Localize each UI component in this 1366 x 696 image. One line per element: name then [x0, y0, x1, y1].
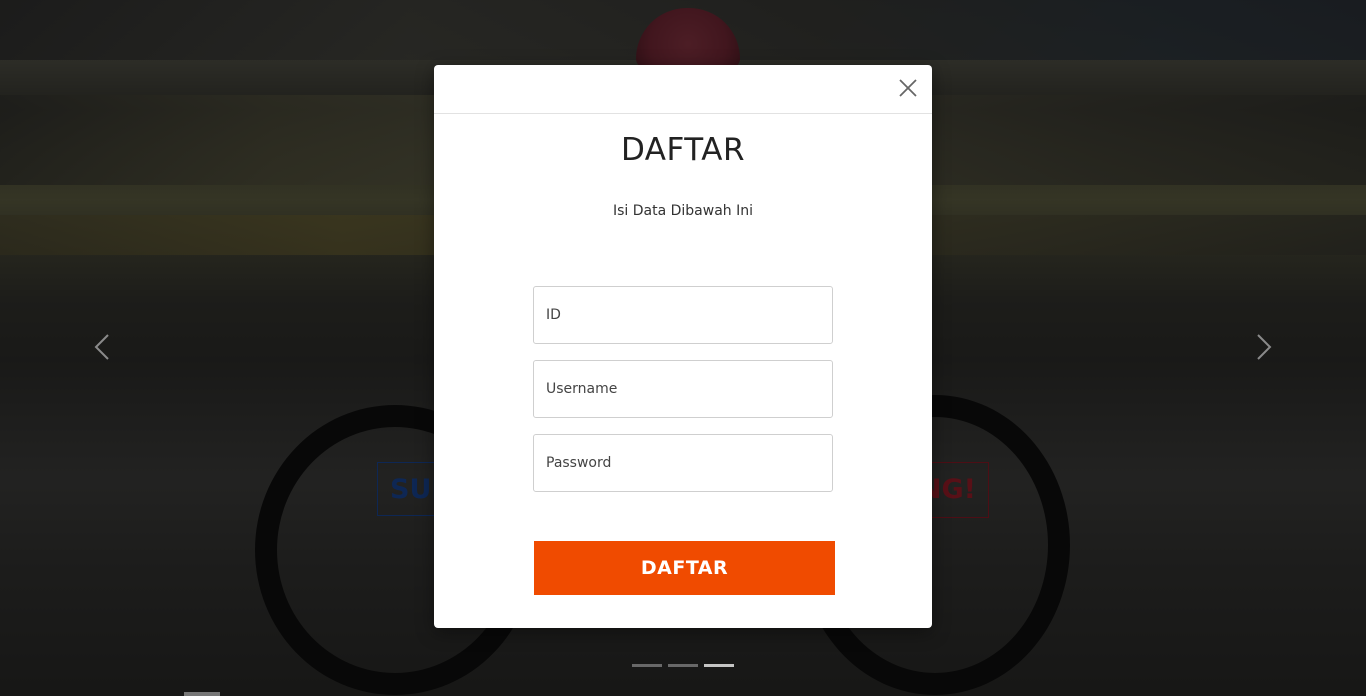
close-icon — [899, 79, 917, 97]
modal-subtitle: Isi Data Dibawah Ini — [612, 203, 754, 219]
chevron-left-icon — [94, 334, 109, 360]
page: SUD NG! DAFTAR Isi Data Dibawah Ini — [0, 0, 1366, 696]
carousel-next-button[interactable] — [1250, 333, 1278, 361]
carousel-indicator-active[interactable] — [704, 664, 734, 667]
id-field[interactable] — [533, 286, 833, 344]
carousel-indicators — [632, 664, 734, 667]
password-field[interactable] — [533, 434, 833, 492]
carousel-prev-button[interactable] — [88, 333, 116, 361]
modal-title: DAFTAR — [620, 132, 746, 168]
register-modal: DAFTAR Isi Data Dibawah Ini DAFTAR — [434, 65, 932, 628]
carousel-indicator[interactable] — [668, 664, 698, 667]
username-field[interactable] — [533, 360, 833, 418]
register-submit-button[interactable]: DAFTAR — [534, 541, 835, 595]
scroll-marker — [184, 692, 220, 696]
modal-header — [434, 65, 932, 114]
close-button[interactable] — [898, 78, 918, 98]
chevron-right-icon — [1257, 334, 1272, 360]
carousel-indicator[interactable] — [632, 664, 662, 667]
